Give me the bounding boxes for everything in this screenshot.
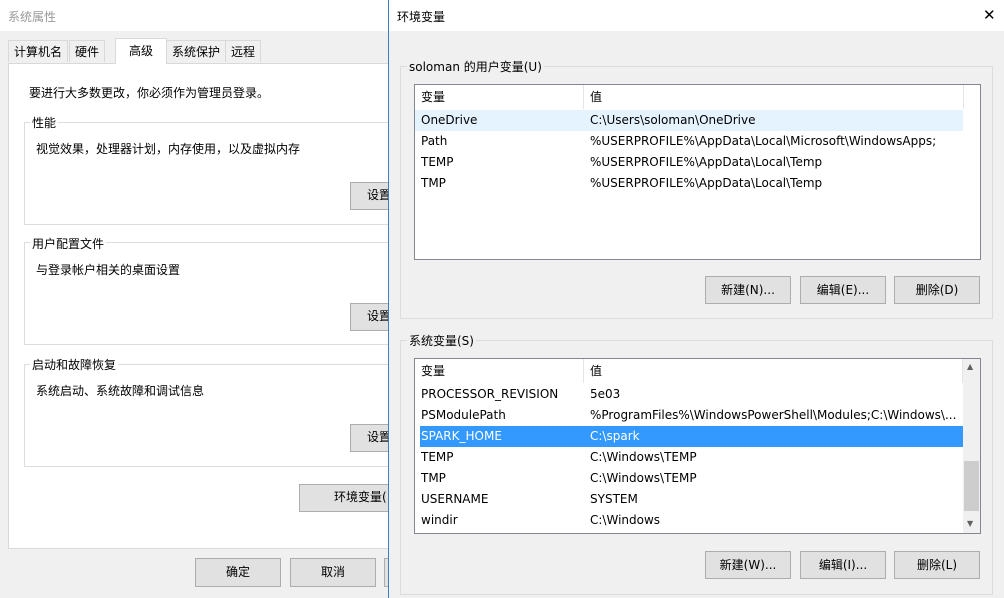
- var-name: Path: [421, 134, 448, 148]
- environment-variables-dialog: 环境变量 ✕ soloman 的用户变量(U) 变量 值 OneDrive C:…: [388, 0, 1004, 598]
- var-value: C:\spark: [590, 429, 640, 443]
- user-profiles-group-label: 用户配置文件: [30, 235, 107, 252]
- dialog-title-bar: 环境变量 ✕: [389, 0, 1004, 31]
- var-name: PROCESSOR_REVISION: [421, 387, 559, 401]
- user-variables-label: soloman 的用户变量(U): [407, 58, 544, 75]
- system-new-button[interactable]: 新建(W)...: [705, 551, 791, 579]
- system-properties-window: 系统属性 计算机名 硬件 高级 系统保护 远程 要进行大多数更改，你必须作为管理…: [0, 0, 410, 598]
- system-var-row[interactable]: TMP C:\Windows\TEMP: [415, 468, 963, 489]
- var-name: windir: [421, 513, 458, 527]
- var-name: PSModulePath: [421, 408, 506, 422]
- var-value: C:\Users\soloman\OneDrive: [590, 113, 756, 127]
- window-title: 系统属性: [8, 10, 57, 24]
- var-value: SYSTEM: [590, 492, 638, 506]
- system-var-row[interactable]: TEMP C:\Windows\TEMP: [415, 447, 963, 468]
- system-edit-button[interactable]: 编辑(I)...: [800, 551, 886, 579]
- environment-variables-button[interactable]: 环境变量(: [299, 484, 399, 512]
- scroll-up-icon[interactable]: ▲: [967, 362, 973, 371]
- var-name: TMP: [421, 176, 446, 190]
- user-variables-list[interactable]: 变量 值 OneDrive C:\Users\soloman\OneDrive …: [414, 84, 981, 260]
- tab-hardware[interactable]: 硬件: [69, 40, 106, 62]
- user-var-row[interactable]: TMP %USERPROFILE%\AppData\Local\Temp: [415, 173, 963, 194]
- user-col-value-header[interactable]: 值: [584, 85, 964, 109]
- system-col-value-header[interactable]: 值: [584, 359, 963, 383]
- system-list-scrollbar[interactable]: ▲ ▼: [963, 359, 980, 533]
- user-new-button[interactable]: 新建(N)...: [705, 276, 791, 304]
- user-var-row[interactable]: TEMP %USERPROFILE%\AppData\Local\Temp: [415, 152, 963, 173]
- startup-recovery-description: 系统启动、系统故障和调试信息: [36, 384, 205, 398]
- startup-recovery-group-label: 启动和故障恢复: [30, 356, 119, 373]
- performance-description: 视觉效果，处理器计划，内存使用，以及虚拟内存: [36, 142, 301, 156]
- var-name: TEMP: [421, 155, 454, 169]
- user-profiles-description: 与登录帐户相关的桌面设置: [36, 263, 181, 277]
- var-value: C:\Windows\TEMP: [590, 471, 697, 485]
- system-delete-button[interactable]: 删除(L): [894, 551, 980, 579]
- performance-group-label: 性能: [30, 114, 59, 131]
- system-var-row-selected[interactable]: SPARK_HOME C:\spark: [420, 426, 963, 447]
- advanced-tab-panel: 要进行大多数更改，你必须作为管理员登录。 性能 视觉效果，处理器计划，内存使用，…: [8, 63, 410, 549]
- performance-group: [24, 122, 404, 225]
- dialog-title: 环境变量: [397, 10, 446, 24]
- var-value: 5e03: [590, 387, 621, 401]
- ok-button[interactable]: 确定: [195, 558, 281, 587]
- tab-computer-name[interactable]: 计算机名: [8, 40, 69, 62]
- title-bar: 系统属性: [0, 0, 392, 31]
- user-delete-button[interactable]: 删除(D): [894, 276, 980, 304]
- var-value: %USERPROFILE%\AppData\Local\Microsoft\Wi…: [590, 134, 937, 148]
- var-name: OneDrive: [421, 113, 478, 127]
- user-list-header: 变量 值: [415, 85, 980, 109]
- var-value: %ProgramFiles%\WindowsPowerShell\Modules…: [590, 408, 957, 422]
- system-var-row[interactable]: USERNAME SYSTEM: [415, 489, 963, 510]
- system-variables-label: 系统变量(S): [407, 332, 476, 349]
- user-edit-button[interactable]: 编辑(E)...: [800, 276, 886, 304]
- tab-system-protection[interactable]: 系统保护: [166, 40, 227, 62]
- var-name: USERNAME: [421, 492, 489, 506]
- var-value: C:\Windows\TEMP: [590, 450, 697, 464]
- system-var-row[interactable]: windir C:\Windows: [415, 510, 963, 531]
- tab-remote[interactable]: 远程: [225, 40, 262, 62]
- system-list-header: 变量 值: [415, 359, 963, 383]
- system-variables-list[interactable]: 变量 值 PROCESSOR_REVISION 5e03 PSModulePat…: [414, 358, 981, 534]
- cancel-button[interactable]: 取消: [290, 558, 376, 587]
- var-value: %USERPROFILE%\AppData\Local\Temp: [590, 176, 823, 190]
- var-name: TEMP: [421, 450, 454, 464]
- system-var-row[interactable]: PROCESSOR_REVISION 5e03: [415, 384, 963, 405]
- user-profiles-group: [24, 242, 404, 345]
- user-col-variable-header[interactable]: 变量: [415, 85, 584, 109]
- user-var-row[interactable]: Path %USERPROFILE%\AppData\Local\Microso…: [415, 131, 963, 152]
- close-icon[interactable]: ✕: [983, 6, 996, 24]
- tab-advanced[interactable]: 高级: [115, 38, 167, 64]
- var-name: SPARK_HOME: [421, 429, 502, 443]
- startup-recovery-group: [24, 364, 404, 467]
- scroll-down-icon[interactable]: ▼: [967, 519, 973, 528]
- system-var-row[interactable]: PSModulePath %ProgramFiles%\WindowsPower…: [415, 405, 963, 426]
- admin-note: 要进行大多数更改，你必须作为管理员登录。: [29, 86, 270, 100]
- var-value: %USERPROFILE%\AppData\Local\Temp: [590, 155, 823, 169]
- var-name: TMP: [421, 471, 446, 485]
- scrollbar-thumb[interactable]: [964, 461, 979, 511]
- var-value: C:\Windows: [590, 513, 661, 527]
- user-var-row[interactable]: OneDrive C:\Users\soloman\OneDrive: [415, 110, 963, 131]
- system-col-variable-header[interactable]: 变量: [415, 359, 584, 383]
